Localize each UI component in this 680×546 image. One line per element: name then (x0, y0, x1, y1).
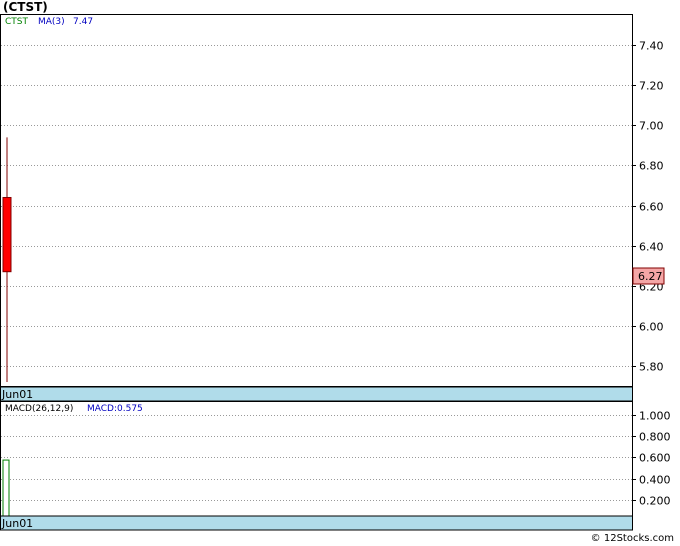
legend-ma-label: MA(3) (38, 17, 65, 27)
footer-credit: © 12Stocks.com (590, 533, 674, 544)
macd-tick-label: 0.400 (639, 474, 671, 487)
last-price-label: 6.27 (638, 270, 663, 283)
macd-plot-area (0, 401, 633, 517)
macd-legend-label: MACD(26,12,9) (5, 404, 73, 414)
macd-tick-label: 1.000 (639, 410, 671, 423)
macd-tick-label: 0.200 (639, 495, 671, 508)
macd-y-axis: 1.000 0.800 0.600 0.400 0.200 (632, 410, 671, 508)
legend-symbol: CTST (5, 17, 28, 27)
macd-x-axis-band (0, 515, 633, 531)
price-panel: 7.407.207.006.806.606.406.206.005.80 CTS… (0, 14, 665, 402)
price-tick-label: 6.40 (639, 241, 664, 254)
price-tick-label: 7.20 (639, 80, 664, 93)
price-tick-label: 7.00 (639, 120, 664, 133)
macd-bar (2, 459, 10, 517)
macd-panel: 1.0000.8000.6000.4000.200 MACD(26,12,9) … (0, 401, 671, 531)
price-tick-label: 6.60 (639, 201, 664, 214)
price-x-axis-band (0, 386, 633, 402)
macd-bars (2, 459, 10, 517)
price-x-label: Jun01 (1, 388, 33, 401)
macd-x-label: Jun01 (1, 517, 33, 530)
macd-tick-label: 0.600 (639, 452, 671, 465)
price-y-axis: 7.407.207.006.806.606.406.206.005.80 (632, 40, 664, 374)
macd-tick-label: 0.800 (639, 431, 671, 444)
macd-legend-value: MACD:0.575 (87, 404, 143, 414)
price-tick-label: 7.40 (639, 40, 664, 53)
candle-body (2, 196, 12, 273)
price-tick-label: 6.80 (639, 160, 664, 173)
price-plot-area (0, 14, 633, 387)
stock-chart: 7.407.207.006.806.606.406.206.005.80 CTS… (0, 14, 671, 531)
price-tick-label: 5.80 (639, 361, 664, 374)
legend-ma-value: 7.47 (73, 17, 93, 27)
price-tick-label: 6.00 (639, 321, 664, 334)
